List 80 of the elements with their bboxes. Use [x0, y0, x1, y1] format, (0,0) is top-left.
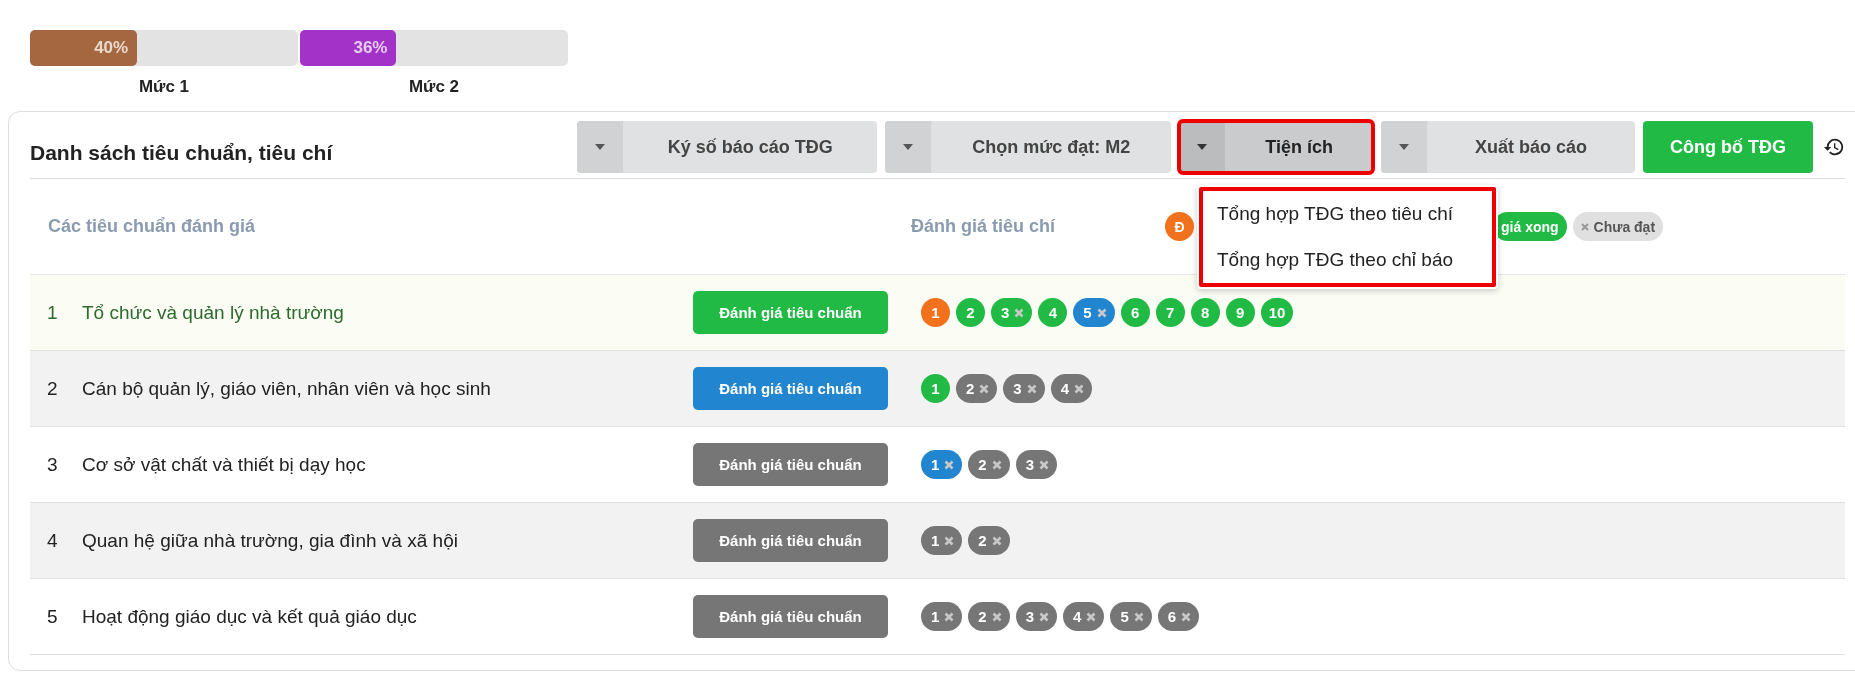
- standard-name: Hoạt động giáo dục và kết quả giáo dục: [81, 605, 418, 628]
- row-number: 4: [46, 529, 59, 552]
- criterion-badge[interactable]: 10: [1260, 298, 1294, 327]
- cross-icon: [944, 611, 955, 622]
- progress-value: 40%: [94, 38, 130, 58]
- criterion-badge[interactable]: 9: [1225, 298, 1255, 327]
- criterion-badge[interactable]: 8: [1190, 298, 1220, 327]
- cross-icon: [991, 459, 1002, 470]
- criterion-badge[interactable]: 1: [921, 374, 950, 403]
- criterion-badge[interactable]: 2: [956, 298, 985, 327]
- evaluate-button[interactable]: Đánh giá tiêu chuẩn: [693, 367, 888, 410]
- evaluate-button[interactable]: Đánh giá tiêu chuẩn: [693, 291, 888, 334]
- criterion-badge[interactable]: 1: [921, 450, 963, 479]
- caret-icon: [1399, 144, 1409, 150]
- cross-icon: [1039, 459, 1050, 470]
- dropdown-button[interactable]: Ký số báo cáo TĐG: [577, 121, 878, 173]
- cross-icon: [1039, 611, 1050, 622]
- history-icon[interactable]: [1823, 136, 1845, 158]
- panel-title: Danh sách tiêu chuẩn, tiêu chí: [30, 141, 333, 165]
- legend-badge: Chưa đạt: [1572, 212, 1664, 241]
- cross-icon: [991, 535, 1002, 546]
- criterion-badge[interactable]: 2: [968, 602, 1010, 631]
- column-header: Các tiêu chuẩn đánh giá: [47, 216, 257, 237]
- criterion-badge[interactable]: 4: [1050, 374, 1093, 403]
- criterion-badge[interactable]: 6: [1120, 298, 1150, 327]
- table-row[interactable]: 2 Cán bộ quản lý, giáo viên, nhân viên và học sinh Đánh giá tiêu chuẩn 1 2 3 4: [30, 351, 1845, 427]
- cross-icon: [1580, 222, 1589, 231]
- criterion-badge[interactable]: 3: [1015, 602, 1058, 631]
- criterion-badge[interactable]: 4: [1063, 602, 1105, 631]
- cross-icon: [1096, 307, 1107, 318]
- publish-button[interactable]: Công bố TĐG: [1643, 121, 1813, 173]
- row-number: 5: [46, 605, 59, 628]
- dropdown-button[interactable]: Chọn mức đạt: M2: [885, 121, 1172, 173]
- criterion-badge[interactable]: 3: [1015, 450, 1058, 479]
- dropdown-button[interactable]: Tiện ích: [1179, 121, 1373, 173]
- caret-icon: [1197, 144, 1208, 150]
- criterion-badge[interactable]: 2: [956, 374, 998, 403]
- level-label: Mức 2: [408, 77, 460, 97]
- row-number: 2: [46, 377, 59, 400]
- cross-icon: [1086, 611, 1097, 622]
- dropdown-button[interactable]: Xuất báo cáo: [1381, 121, 1635, 173]
- column-header: Đánh giá tiêu chí: [911, 216, 1056, 237]
- criterion-badge[interactable]: 7: [1155, 298, 1185, 327]
- caret-icon: [595, 144, 606, 150]
- row-number: 3: [46, 453, 59, 476]
- cross-icon: [1014, 307, 1025, 318]
- table-row[interactable]: 5 Hoạt động giáo dục và kết quả giáo dục Đánh giá tiêu chuẩn 1 2 3 4 5 6: [30, 579, 1845, 655]
- criterion-badge[interactable]: 5: [1073, 298, 1115, 327]
- cross-icon: [944, 535, 955, 546]
- criterion-badge[interactable]: 3: [1003, 374, 1045, 403]
- table-row[interactable]: 4 Quan hệ giữa nhà trường, gia đình và xã hội Đánh giá tiêu chuẩn 1 2: [30, 503, 1845, 579]
- standard-name: Tổ chức và quản lý nhà trường: [81, 301, 345, 324]
- cross-icon: [1026, 383, 1037, 394]
- criterion-badge[interactable]: 1: [921, 298, 950, 327]
- criterion-badge[interactable]: 3: [991, 298, 1033, 327]
- cross-icon: [944, 459, 955, 470]
- criterion-badge[interactable]: 4: [1038, 298, 1068, 327]
- evaluate-button[interactable]: Đánh giá tiêu chuẩn: [693, 519, 888, 562]
- standard-name: Cán bộ quản lý, giáo viên, nhân viên và học sinh: [81, 377, 492, 400]
- criterion-badge[interactable]: 2: [968, 526, 1010, 555]
- cross-icon: [1181, 611, 1192, 622]
- standard-name: Quan hệ giữa nhà trường, gia đình và xã hội: [81, 529, 459, 552]
- criterion-badge[interactable]: 2: [968, 450, 1010, 479]
- evaluate-button[interactable]: Đánh giá tiêu chuẩn: [693, 443, 888, 486]
- criterion-badge[interactable]: 1: [921, 526, 963, 555]
- cross-icon: [979, 383, 990, 394]
- standard-name: Cơ sở vật chất và thiết bị dạy học: [81, 453, 367, 476]
- evaluate-button[interactable]: Đánh giá tiêu chuẩn: [693, 595, 888, 638]
- criterion-badge[interactable]: 6: [1157, 602, 1200, 631]
- progress-value: 36%: [353, 38, 389, 58]
- criterion-badge[interactable]: 5: [1110, 602, 1152, 631]
- table-row[interactable]: 1 Tổ chức và quản lý nhà trường Đánh giá tiêu chuẩn 1 2 3 4 5 6 7 8 9 10: [30, 275, 1845, 351]
- cross-icon: [991, 611, 1002, 622]
- caret-icon: [903, 144, 914, 150]
- legend-badge: Đ: [1165, 212, 1195, 241]
- criterion-badge[interactable]: 1: [921, 602, 963, 631]
- cross-icon: [1133, 611, 1144, 622]
- cross-icon: [1074, 383, 1085, 394]
- row-number: 1: [46, 301, 59, 324]
- level-label: Mức 1: [138, 77, 190, 97]
